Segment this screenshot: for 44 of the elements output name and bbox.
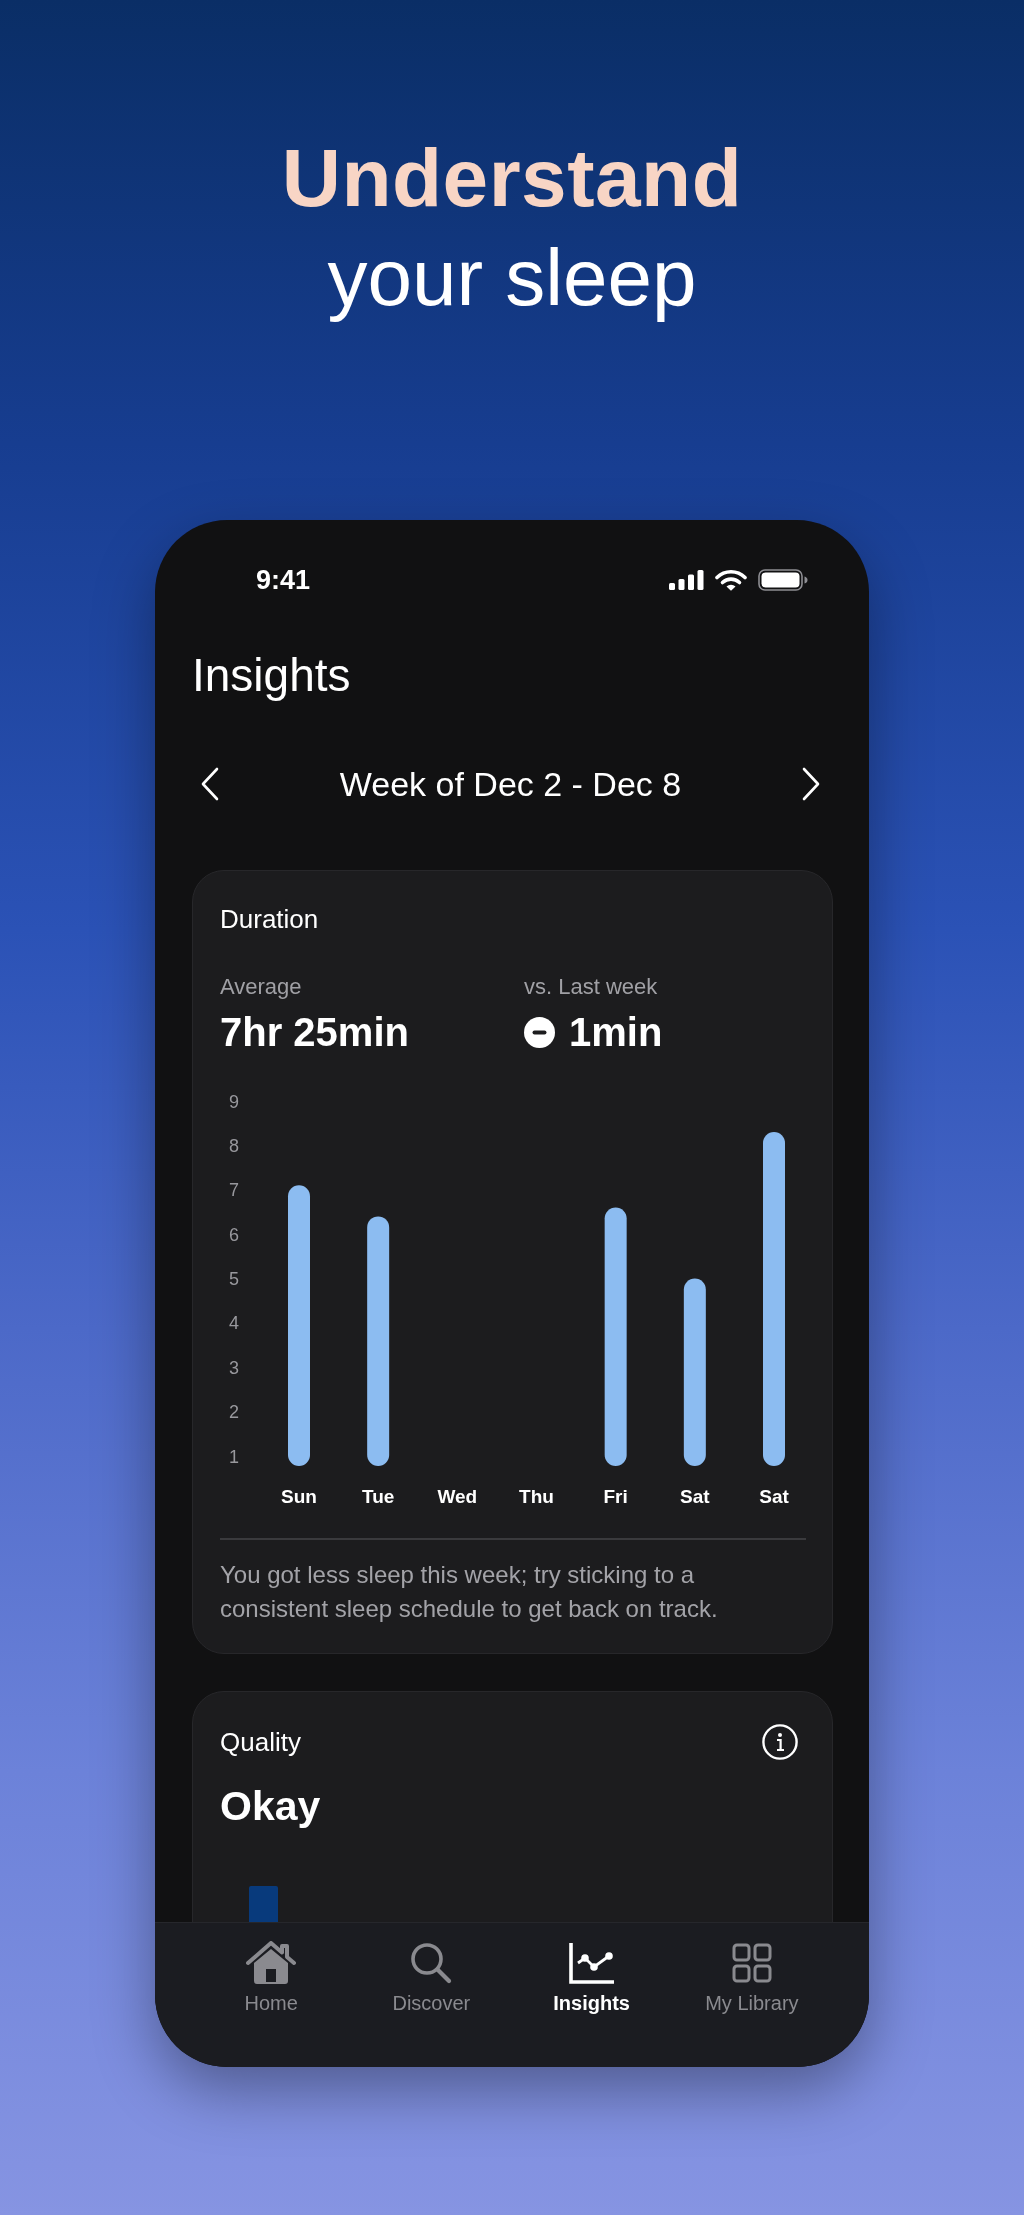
status-time: 9:41	[256, 564, 311, 596]
headline-text: your sleep	[327, 232, 697, 324]
line-chart-icon	[568, 1941, 615, 1985]
house-icon	[246, 1941, 297, 1985]
stat-label: vs. Last week	[524, 973, 658, 1001]
wifi-icon	[715, 569, 747, 591]
axis-label: 1	[229, 1446, 239, 1467]
nav-tab[interactable]: Insights	[553, 1941, 630, 2015]
stat-value: 1min	[569, 1009, 663, 1055]
screen-title: Insights	[192, 648, 351, 702]
day-label: Sat	[680, 1486, 710, 1507]
quality-value: Okay	[220, 1782, 321, 1830]
day-label: Tue	[362, 1486, 395, 1507]
axis-label: 9	[229, 1091, 239, 1112]
stat-value: 7hr 25min	[220, 1009, 409, 1055]
signal-icon	[669, 570, 704, 590]
minus-circle-icon	[524, 1016, 555, 1048]
stat-label: Average	[220, 973, 302, 1001]
battery-icon	[758, 569, 808, 591]
day-label: Wed	[437, 1486, 478, 1507]
nav-tab[interactable]: Discover	[392, 1941, 471, 2015]
headline-highlight: Understand	[281, 131, 743, 225]
day-label: Sun	[281, 1486, 317, 1507]
search-icon	[410, 1941, 453, 1985]
axis-label: 7	[229, 1180, 239, 1201]
chevron-right-icon[interactable]	[801, 767, 821, 801]
axis-label: 2	[229, 1402, 239, 1423]
card-title: Duration	[220, 903, 319, 935]
axis-label: 6	[229, 1224, 239, 1245]
axis-label: 3	[229, 1357, 239, 1378]
grid-icon	[731, 1941, 772, 1985]
card-title: Quality	[220, 1726, 301, 1758]
week-label: Week of Dec 2 - Dec 8	[339, 764, 682, 805]
axis-label: 5	[229, 1269, 239, 1289]
axis-label: 4	[229, 1313, 239, 1334]
nav-tab[interactable]: Home	[244, 1941, 298, 2015]
chevron-left-icon[interactable]	[200, 767, 220, 801]
day-label: Fri	[603, 1486, 628, 1507]
insight-message: You got less sleep this week; try sticking to a consistent sleep schedule to get back on track.	[220, 1560, 719, 1624]
nav-tab[interactable]: My Library	[705, 1941, 799, 2015]
day-label: Thu	[519, 1486, 554, 1507]
info-icon[interactable]	[762, 1724, 798, 1760]
day-label: Sat	[759, 1486, 789, 1507]
axis-label: 8	[229, 1135, 239, 1156]
